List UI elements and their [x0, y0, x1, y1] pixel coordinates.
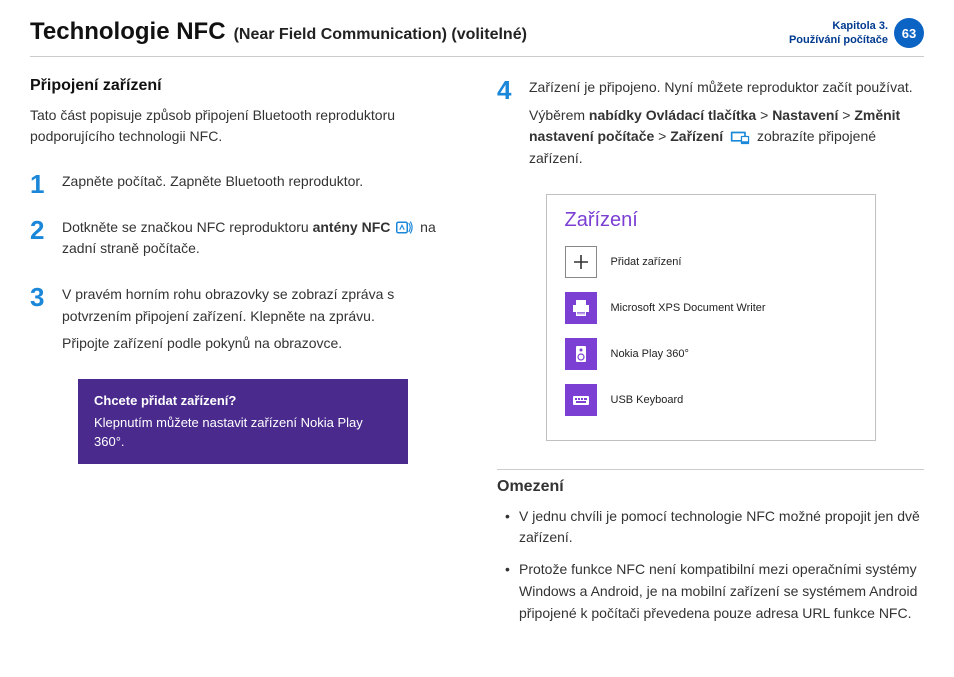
chapter-line1: Kapitola 3.: [789, 19, 888, 33]
step-text: Výběrem nabídky Ovládací tlačítka > Nast…: [529, 105, 924, 170]
intro-text: Tato část popisuje způsob připojení Blue…: [30, 105, 457, 147]
step-body: Dotkněte se značkou NFC reproduktoru ant…: [62, 217, 457, 266]
step-4: 4 Zařízení je připojeno. Nyní můžete rep…: [497, 77, 924, 176]
step-text: Zapněte počítač. Zapněte Bluetooth repro…: [62, 171, 457, 193]
chapter-line2: Používání počítače: [789, 33, 888, 47]
limitations-list: V jednu chvíli je pomocí technologie NFC…: [497, 506, 924, 624]
printer-icon: [565, 292, 597, 324]
step-text: Připojte zařízení podle pokynů na obrazo…: [62, 333, 457, 355]
device-label: Nokia Play 360°: [611, 348, 689, 360]
add-device-toast[interactable]: Chcete přidat zařízení? Klepnutím můžete…: [78, 379, 408, 464]
title-block: Technologie NFC (Near Field Communicatio…: [30, 18, 527, 46]
device-row-speaker[interactable]: Nokia Play 360°: [565, 338, 857, 370]
page-number-badge: 63: [894, 18, 924, 48]
step-number: 3: [30, 284, 52, 361]
nfc-antenna-label: antény NFC: [313, 219, 391, 235]
speaker-icon: [565, 338, 597, 370]
chapter-text: Kapitola 3. Používání počítače: [789, 19, 888, 48]
keyboard-icon: [565, 384, 597, 416]
toast-title: Chcete přidat zařízení?: [94, 391, 392, 411]
limitation-item: Protože funkce NFC není kompatibilní mez…: [497, 559, 924, 624]
step-body: V pravém horním rohu obrazovky se zobraz…: [62, 284, 457, 361]
device-row-keyboard[interactable]: USB Keyboard: [565, 384, 857, 416]
limitation-item: V jednu chvíli je pomocí technologie NFC…: [497, 506, 924, 549]
left-column: Připojení zařízení Tato část popisuje zp…: [30, 77, 457, 634]
nfc-antenna-icon: [396, 220, 414, 236]
devices-panel-title: Zařízení: [565, 209, 857, 232]
chapter-block: Kapitola 3. Používání počítače 63: [789, 18, 924, 48]
step-text: Dotkněte se značkou NFC reproduktoru ant…: [62, 217, 457, 260]
step-2: 2 Dotkněte se značkou NFC reproduktoru a…: [30, 217, 457, 266]
page-title: Technologie NFC: [30, 18, 226, 46]
step-number: 4: [497, 77, 519, 176]
step-3: 3 V pravém horním rohu obrazovky se zobr…: [30, 284, 457, 361]
page-subtitle: (Near Field Communication) (volitelné): [234, 26, 527, 44]
device-label: USB Keyboard: [611, 394, 684, 406]
step-text: V pravém horním rohu obrazovky se zobraz…: [62, 284, 457, 327]
plus-icon: [565, 246, 597, 278]
right-column: 4 Zařízení je připojeno. Nyní můžete rep…: [497, 77, 924, 634]
device-label: Microsoft XPS Document Writer: [611, 302, 766, 314]
toast-body: Klepnutím můžete nastavit zařízení Nokia…: [94, 415, 363, 450]
page-header: Technologie NFC (Near Field Communicatio…: [30, 18, 924, 57]
section-heading-connect: Připojení zařízení: [30, 77, 457, 95]
step-body: Zařízení je připojeno. Nyní můžete repro…: [529, 77, 924, 176]
limitations-heading: Omezení: [497, 469, 924, 496]
add-device-row[interactable]: Přidat zařízení: [565, 246, 857, 278]
devices-panel: Zařízení Přidat zařízení Microsoft XPS D…: [546, 194, 876, 441]
step-body: Zapněte počítač. Zapněte Bluetooth repro…: [62, 171, 457, 199]
device-row-printer[interactable]: Microsoft XPS Document Writer: [565, 292, 857, 324]
step-number: 1: [30, 171, 52, 199]
device-label: Přidat zařízení: [611, 256, 682, 268]
step-number: 2: [30, 217, 52, 266]
step-text: Zařízení je připojeno. Nyní můžete repro…: [529, 77, 924, 99]
devices-settings-icon: [730, 130, 750, 146]
step-1: 1 Zapněte počítač. Zapněte Bluetooth rep…: [30, 171, 457, 199]
